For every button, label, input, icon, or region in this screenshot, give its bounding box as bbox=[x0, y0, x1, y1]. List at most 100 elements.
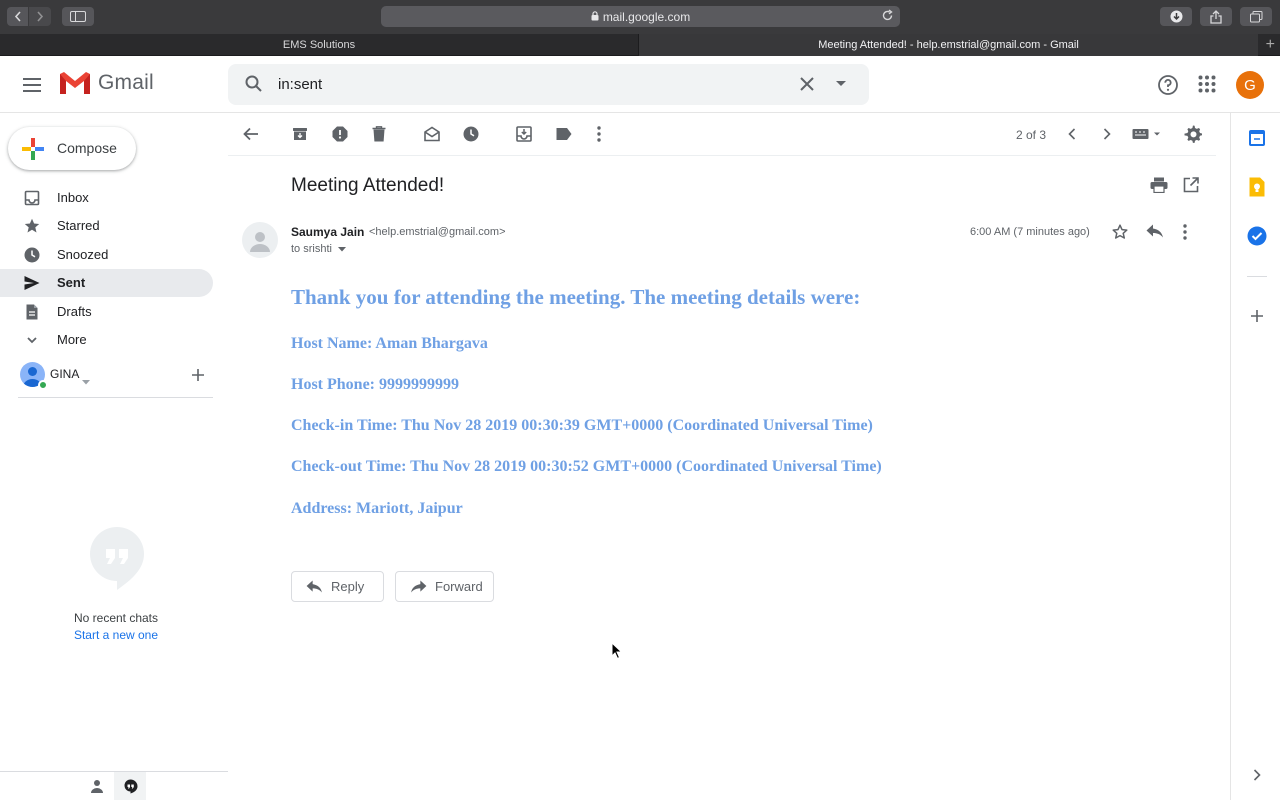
add-addon-icon[interactable] bbox=[1247, 306, 1267, 326]
email-body-line: Check-in Time: Thu Nov 28 2019 00:30:39 … bbox=[291, 417, 873, 434]
recipients[interactable]: to srishti bbox=[291, 243, 346, 255]
gmail-logo[interactable]: Gmail bbox=[58, 70, 154, 96]
online-status-dot bbox=[38, 380, 48, 390]
send-icon bbox=[24, 275, 40, 291]
sidebar-item-drafts[interactable]: Drafts bbox=[0, 298, 213, 326]
settings-gear-icon[interactable] bbox=[1184, 125, 1202, 143]
email-subject: Meeting Attended! bbox=[291, 175, 445, 196]
side-panel bbox=[1230, 113, 1280, 800]
sender-name: Saumya Jain bbox=[291, 225, 365, 239]
hangouts-user[interactable]: GINA bbox=[20, 362, 214, 390]
move-to-icon[interactable] bbox=[515, 125, 533, 143]
google-apps-icon[interactable] bbox=[1198, 75, 1216, 98]
reload-icon[interactable] bbox=[881, 9, 894, 25]
search-icon[interactable] bbox=[244, 74, 264, 99]
print-icon[interactable] bbox=[1150, 177, 1168, 198]
browser-tab-ems[interactable]: EMS Solutions bbox=[0, 34, 638, 56]
clock-icon bbox=[24, 247, 40, 263]
recipients-label: to srishti bbox=[291, 243, 332, 255]
label-icon[interactable] bbox=[555, 125, 573, 143]
chevron-down-icon bbox=[24, 332, 40, 348]
pagination-text: 2 of 3 bbox=[1016, 128, 1047, 142]
sidebar-item-label: Starred bbox=[57, 218, 100, 233]
input-tools-icon[interactable] bbox=[1131, 125, 1163, 143]
hamburger-icon bbox=[23, 78, 41, 92]
email-body-heading: Thank you for attending the meeting. The… bbox=[291, 285, 861, 309]
sidebar-item-snoozed[interactable]: Snoozed bbox=[0, 241, 213, 269]
account-avatar[interactable]: G bbox=[1236, 71, 1264, 99]
lock-icon bbox=[591, 10, 599, 24]
open-new-window-icon[interactable] bbox=[1183, 177, 1199, 198]
tasks-icon[interactable] bbox=[1247, 226, 1267, 246]
browser-forward-button[interactable] bbox=[29, 7, 51, 26]
mouse-cursor-icon bbox=[611, 641, 623, 665]
browser-address-bar[interactable]: mail.google.com bbox=[381, 6, 900, 27]
reply-label: Reply bbox=[331, 579, 365, 594]
calendar-icon[interactable] bbox=[1247, 128, 1267, 148]
side-panel-divider bbox=[1247, 276, 1267, 277]
contacts-icon[interactable] bbox=[90, 779, 104, 798]
sidebar-item-label: Sent bbox=[57, 275, 86, 290]
delete-icon[interactable] bbox=[370, 125, 388, 143]
more-vert-icon[interactable] bbox=[1183, 224, 1187, 245]
hangouts-chat-icon bbox=[90, 527, 144, 596]
start-new-chat-link[interactable]: Start a new one bbox=[0, 628, 232, 642]
forward-button[interactable]: Forward bbox=[395, 571, 494, 602]
mark-unread-icon[interactable] bbox=[423, 125, 441, 143]
report-spam-icon[interactable] bbox=[331, 125, 349, 143]
compose-button[interactable]: Compose bbox=[8, 127, 136, 170]
email-timestamp: 6:00 AM (7 minutes ago) bbox=[970, 226, 1090, 238]
sidebar-item-starred[interactable]: Starred bbox=[0, 212, 213, 240]
search-input[interactable]: in:sent bbox=[278, 76, 322, 93]
sidebar-item-more[interactable]: More bbox=[0, 326, 213, 354]
browser-tab-strip: EMS Solutions Meeting Attended! - help.e… bbox=[0, 34, 1280, 56]
chat-bottom-bar bbox=[0, 771, 228, 800]
email-body-line: Host Phone: 9999999999 bbox=[291, 376, 459, 393]
gmail-header: Gmail in:sent G bbox=[0, 56, 1280, 113]
back-arrow-icon[interactable] bbox=[242, 125, 260, 143]
reply-icon[interactable] bbox=[1146, 224, 1164, 243]
main-menu-button[interactable] bbox=[20, 73, 44, 97]
browser-tab-gmail[interactable]: Meeting Attended! - help.emstrial@gmail.… bbox=[639, 34, 1258, 56]
inbox-icon bbox=[24, 190, 40, 206]
chevron-left-icon bbox=[14, 11, 21, 22]
plus-icon bbox=[22, 138, 44, 165]
archive-icon[interactable] bbox=[291, 125, 309, 143]
caret-down-icon[interactable] bbox=[82, 372, 90, 390]
star-outline-icon[interactable] bbox=[1112, 224, 1128, 245]
add-icon[interactable] bbox=[192, 368, 204, 386]
sidebar-item-sent[interactable]: Sent bbox=[0, 269, 213, 297]
forward-label: Forward bbox=[435, 579, 483, 594]
sender-email: <help.emstrial@gmail.com> bbox=[369, 226, 506, 238]
new-tab-button[interactable]: + bbox=[1266, 36, 1275, 54]
caret-down-icon[interactable] bbox=[337, 243, 346, 255]
more-vert-icon[interactable] bbox=[590, 125, 608, 143]
tab-label: Meeting Attended! - help.emstrial@gmail.… bbox=[818, 39, 1079, 51]
browser-toolbar: mail.google.com bbox=[0, 0, 1280, 34]
hangouts-icon bbox=[124, 779, 137, 794]
keep-icon[interactable] bbox=[1247, 177, 1267, 197]
browser-share-button[interactable] bbox=[1200, 7, 1232, 26]
download-icon bbox=[1170, 10, 1182, 23]
chevron-left-icon[interactable] bbox=[1063, 125, 1081, 143]
sidebar-item-label: Snoozed bbox=[57, 247, 109, 262]
search-options-icon[interactable] bbox=[834, 76, 848, 95]
hangouts-tab-button[interactable] bbox=[114, 772, 146, 800]
chevron-right-icon[interactable] bbox=[1098, 125, 1116, 143]
browser-url: mail.google.com bbox=[602, 9, 691, 24]
browser-sidebar-button[interactable] bbox=[62, 7, 94, 26]
browser-downloads-button[interactable] bbox=[1160, 7, 1192, 26]
help-icon[interactable] bbox=[1157, 74, 1179, 101]
browser-back-button[interactable] bbox=[7, 7, 29, 26]
chevron-right-icon bbox=[37, 11, 44, 22]
browser-tabs-button[interactable] bbox=[1240, 7, 1272, 26]
clear-search-icon[interactable] bbox=[798, 75, 816, 98]
sidebar-item-inbox[interactable]: Inbox bbox=[0, 184, 213, 212]
sidebar-icon bbox=[70, 11, 86, 22]
reply-button[interactable]: Reply bbox=[291, 571, 384, 602]
search-bar[interactable]: in:sent bbox=[228, 64, 869, 105]
chevron-right-icon[interactable] bbox=[1247, 765, 1267, 785]
snooze-icon[interactable] bbox=[462, 125, 480, 143]
tab-label: EMS Solutions bbox=[282, 39, 356, 51]
divider bbox=[18, 397, 213, 398]
